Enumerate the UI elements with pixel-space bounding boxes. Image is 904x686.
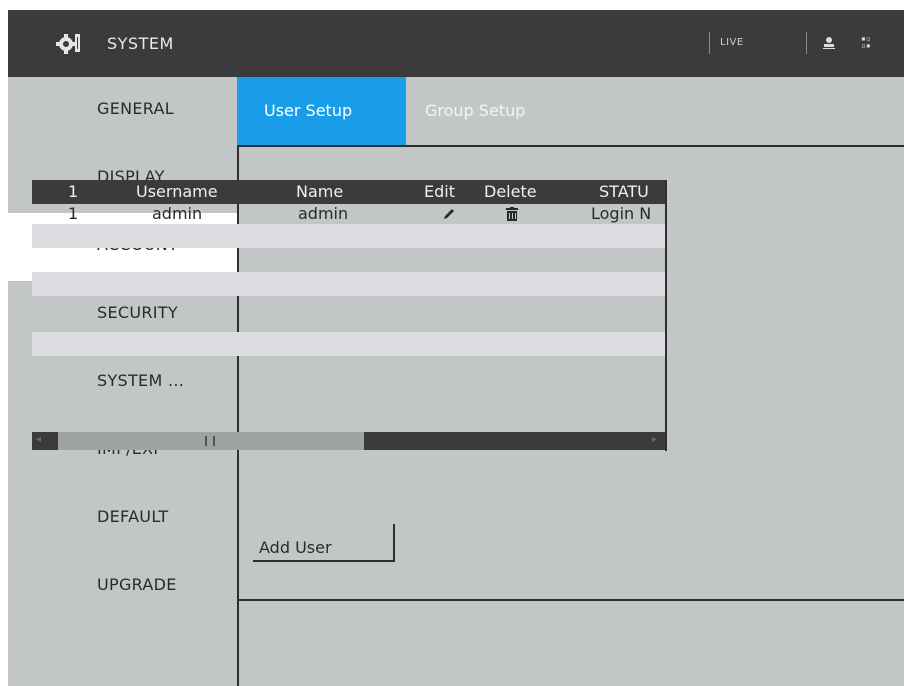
cell-name: admin (298, 204, 349, 223)
table-header: 1 Username Name Edit Delete STATU (32, 180, 665, 204)
user-table: 1 Username Name Edit Delete STATU 1 admi… (32, 180, 667, 451)
add-user-button[interactable]: Add User (253, 524, 395, 562)
column-header-username: Username (136, 182, 218, 201)
scrollbar-thumb[interactable] (58, 432, 364, 450)
sidebar-item-label: GENERAL (97, 99, 175, 118)
grip-icon (213, 436, 215, 446)
scroll-right-icon[interactable]: ▸ (652, 434, 657, 445)
column-header-delete: Delete (484, 182, 537, 201)
tab-label: Group Setup (425, 101, 526, 120)
divider (709, 32, 710, 54)
column-header-status: STATU (599, 182, 649, 201)
column-header-name: Name (296, 182, 344, 201)
sidebar-item-default[interactable]: DEFAULT (8, 485, 237, 553)
app-title: SYSTEM (107, 34, 174, 53)
cell-username: admin (152, 204, 203, 223)
column-header-index: 1 (68, 182, 79, 201)
scroll-left-icon[interactable]: ◂ (36, 434, 41, 445)
table-row (32, 272, 665, 296)
divider (806, 32, 807, 54)
grip-icon (205, 436, 207, 446)
tab-label: User Setup (264, 101, 353, 120)
divider (237, 601, 239, 686)
table-row (32, 224, 665, 248)
tab-user-setup[interactable]: User Setup (237, 77, 406, 145)
edit-icon[interactable] (442, 207, 456, 221)
trash-icon[interactable] (506, 207, 518, 221)
cell-index: 1 (68, 204, 79, 223)
live-button[interactable]: LIVE (720, 37, 744, 48)
gear-icon (56, 34, 80, 54)
shortcut-icon[interactable]: ▪▫ ▫▪ (861, 35, 871, 50)
sidebar-item-label: DEFAULT (97, 507, 169, 526)
top-bar: SYSTEM LIVE ▪▫ ▫▪ (8, 10, 904, 77)
cell-status: Login N (591, 204, 652, 223)
column-header-edit: Edit (424, 182, 455, 201)
window-frame: SYSTEM LIVE ▪▫▫▪ GENERAL DISPLAY > ACCOU… (8, 10, 904, 686)
tab-group-setup[interactable]: Group Setup (406, 77, 576, 145)
table-row[interactable]: 1 admin admin Login N (32, 204, 665, 224)
sidebar-item-general[interactable]: GENERAL (8, 77, 237, 145)
horizontal-scrollbar[interactable]: ◂ ▸ (32, 432, 665, 450)
sidebar-item-upgrade[interactable]: UPGRADE (8, 553, 237, 621)
user-icon[interactable] (822, 36, 836, 50)
table-row (32, 332, 665, 356)
sidebar-item-label: UPGRADE (97, 575, 177, 594)
divider (237, 599, 904, 601)
add-user-label: Add User (259, 538, 332, 557)
